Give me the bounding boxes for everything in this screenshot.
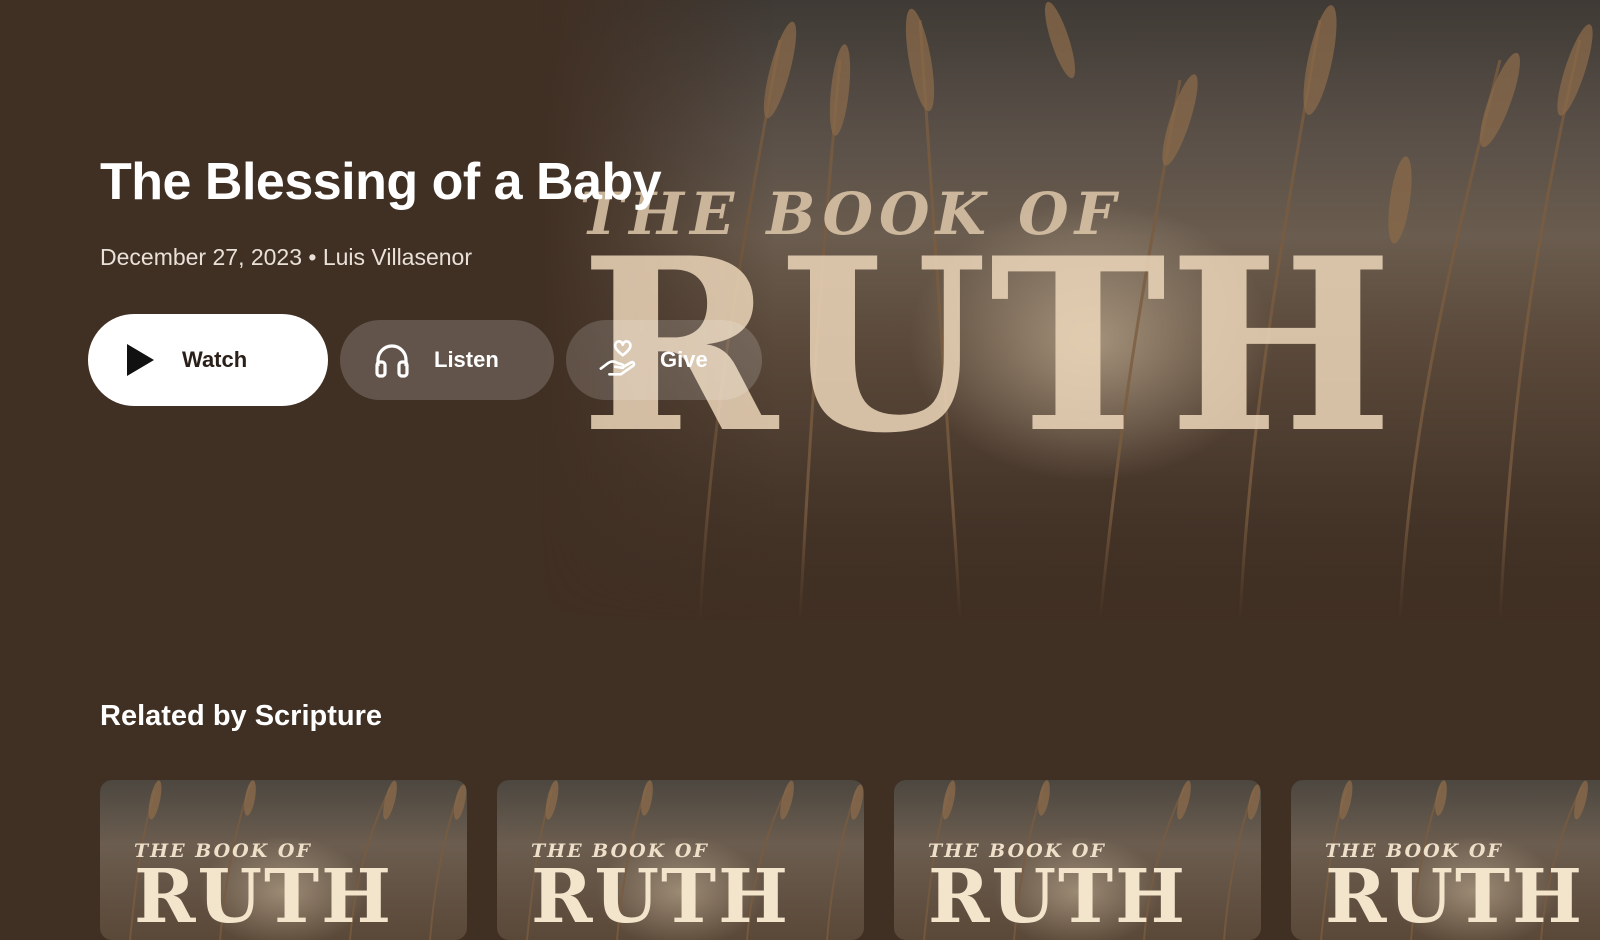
listen-label: Listen xyxy=(434,347,499,372)
listen-button[interactable]: Listen xyxy=(340,320,554,400)
related-card[interactable]: THE BOOK OF RUTH xyxy=(1291,780,1600,940)
related-section-title: Related by Scripture xyxy=(100,700,383,732)
watch-button[interactable]: Watch xyxy=(88,314,328,406)
related-card[interactable]: THE BOOK OF RUTH xyxy=(497,780,864,940)
watch-label: Watch xyxy=(182,347,248,372)
hero-artwork: THE BOOK OF RUTH xyxy=(540,0,1600,620)
page-title: The Blessing of a Baby xyxy=(100,153,662,211)
heart-hand-icon xyxy=(598,340,638,380)
give-label: Give xyxy=(660,347,708,372)
play-icon xyxy=(120,340,160,380)
action-buttons: Watch Listen Give xyxy=(88,314,762,406)
related-card[interactable]: THE BOOK OF RUTH xyxy=(894,780,1261,940)
related-card[interactable]: THE BOOK OF RUTH xyxy=(100,780,467,940)
card-title: RUTH xyxy=(531,854,791,940)
sermon-meta: December 27, 2023 • Luis Villasenor xyxy=(100,244,473,270)
card-title: RUTH xyxy=(1325,854,1585,940)
card-title: RUTH xyxy=(134,854,394,940)
related-rail: THE BOOK OF RUTH THE BOOK OF RUTH THE BO… xyxy=(100,780,1600,940)
card-title: RUTH xyxy=(928,854,1188,940)
give-button[interactable]: Give xyxy=(566,320,762,400)
headphones-icon xyxy=(372,340,412,380)
